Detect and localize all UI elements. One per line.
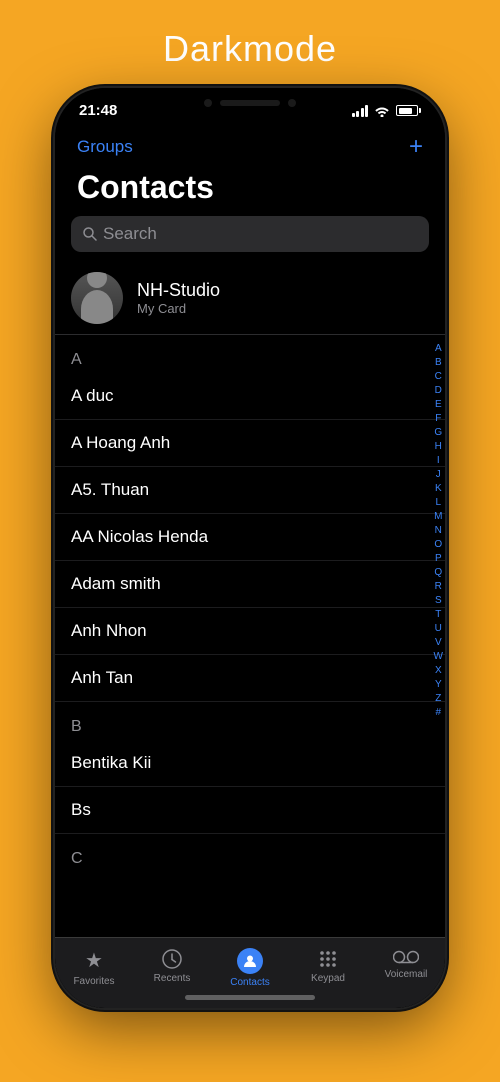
recents-icon xyxy=(161,948,183,970)
contact-name: A duc xyxy=(71,386,114,406)
tab-label-favorites: Favorites xyxy=(73,976,114,987)
notch xyxy=(170,88,330,118)
contact-name: A5. Thuan xyxy=(71,480,149,500)
contact-name: Anh Tan xyxy=(71,668,133,688)
my-card-name: NH-Studio xyxy=(137,280,220,301)
page-title: Darkmode xyxy=(163,28,337,70)
status-icons xyxy=(352,105,422,117)
phone-frame: 21:48 Groups + xyxy=(55,88,445,1008)
wifi-icon xyxy=(374,105,390,117)
contact-name: AA Nicolas Henda xyxy=(71,527,208,547)
section-header-a: A xyxy=(55,335,445,373)
list-item[interactable]: Anh Tan xyxy=(55,655,445,702)
list-item[interactable]: Bentika Kii xyxy=(55,740,445,787)
favorites-icon: ★ xyxy=(85,948,103,973)
contacts-list: NH-Studio My Card A A duc A Hoang Anh A5… xyxy=(55,262,445,937)
voicemail-icon xyxy=(393,948,419,966)
my-card[interactable]: NH-Studio My Card xyxy=(55,262,445,335)
search-bar[interactable]: Search xyxy=(71,216,429,252)
tab-recents[interactable]: Recents xyxy=(142,948,202,984)
list-item[interactable]: Adam smith xyxy=(55,561,445,608)
battery-icon xyxy=(396,105,421,116)
contact-name: Anh Nhon xyxy=(71,621,147,641)
tab-voicemail[interactable]: Voicemail xyxy=(376,948,436,980)
signal-icon xyxy=(352,105,369,117)
tab-label-keypad: Keypad xyxy=(311,973,345,984)
tab-favorites[interactable]: ★ Favorites xyxy=(64,948,124,987)
list-item[interactable]: A Hoang Anh xyxy=(55,420,445,467)
keypad-icon xyxy=(317,948,339,970)
tab-label-voicemail: Voicemail xyxy=(385,969,428,980)
search-icon xyxy=(83,227,97,241)
tab-contacts[interactable]: Contacts xyxy=(220,948,280,988)
search-placeholder: Search xyxy=(103,224,157,244)
nav-header: Groups + xyxy=(55,125,445,165)
list-item[interactable]: AA Nicolas Henda xyxy=(55,514,445,561)
alphabet-index: A B C D E F G H I J K L M N O P Q xyxy=(434,342,443,719)
groups-button[interactable]: Groups xyxy=(77,137,133,157)
tab-label-contacts: Contacts xyxy=(230,977,269,988)
avatar xyxy=(71,272,123,324)
add-contact-button[interactable]: + xyxy=(409,133,423,161)
list-item[interactable]: A5. Thuan xyxy=(55,467,445,514)
tab-keypad[interactable]: Keypad xyxy=(298,948,358,984)
list-item[interactable]: A duc xyxy=(55,373,445,420)
contact-name: A Hoang Anh xyxy=(71,433,170,453)
list-item[interactable]: Anh Nhon xyxy=(55,608,445,655)
my-card-label: My Card xyxy=(137,301,220,316)
status-time: 21:48 xyxy=(79,102,117,119)
contact-name: Bentika Kii xyxy=(71,753,151,773)
contact-name: Adam smith xyxy=(71,574,161,594)
person-circle-icon xyxy=(237,948,263,974)
contacts-heading: Contacts xyxy=(77,169,423,206)
contact-name: Bs xyxy=(71,800,91,820)
home-indicator xyxy=(185,995,315,1000)
list-item[interactable]: Bs xyxy=(55,787,445,834)
section-header-c: C xyxy=(55,834,445,872)
tab-label-recents: Recents xyxy=(154,973,191,984)
section-header-b: B xyxy=(55,702,445,740)
